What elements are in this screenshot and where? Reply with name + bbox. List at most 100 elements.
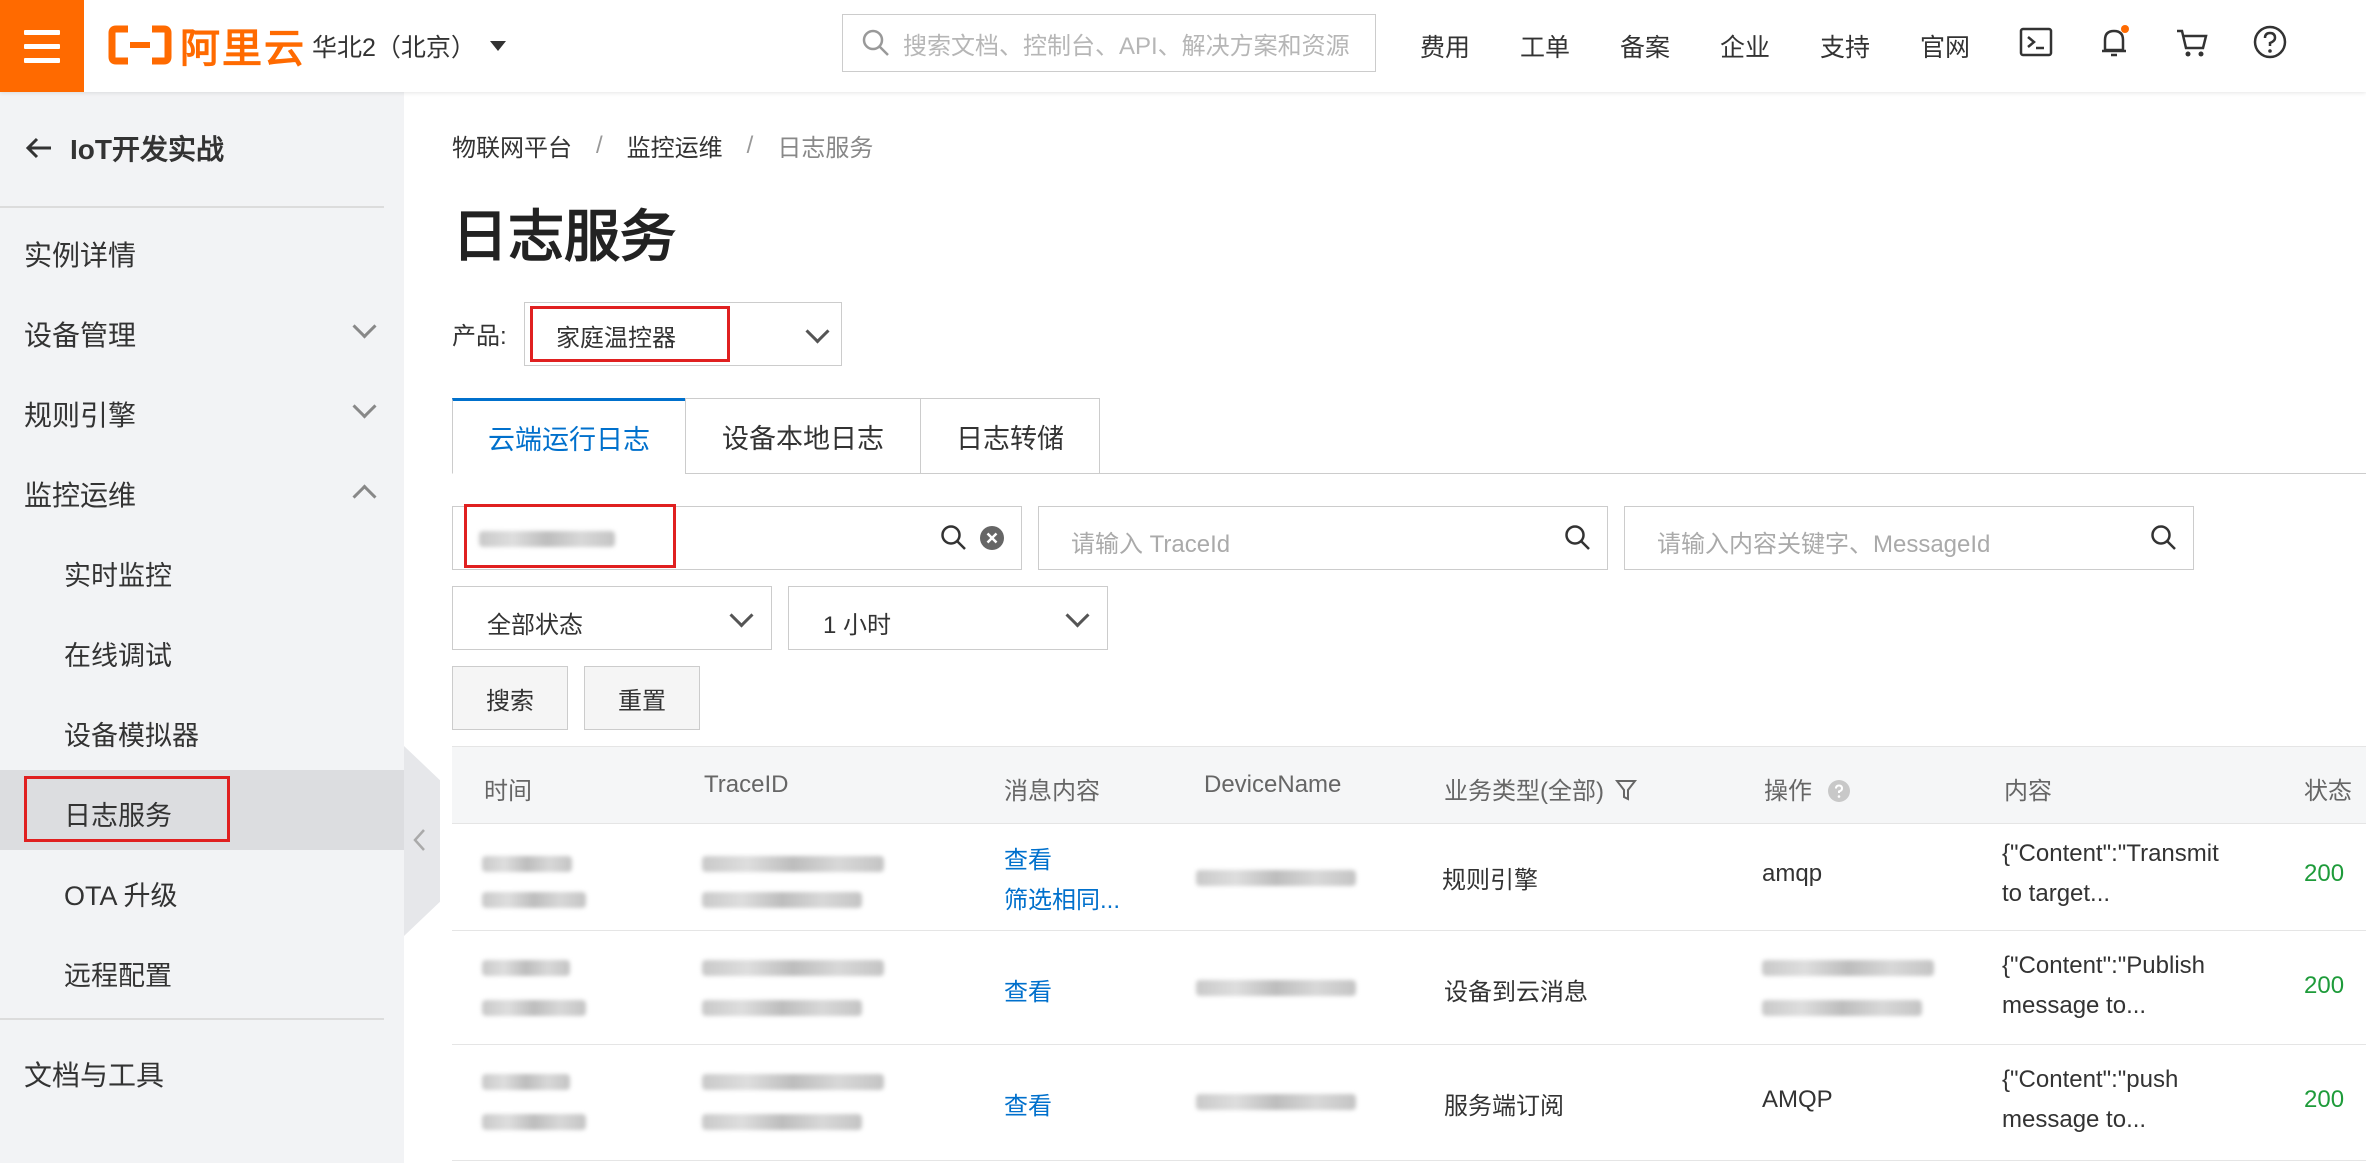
- status-select[interactable]: 全部状态: [452, 586, 772, 650]
- help-icon[interactable]: [2252, 24, 2288, 60]
- col-biz-type[interactable]: 业务类型(全部): [1444, 771, 1637, 806]
- sidebar-item-docs-tools[interactable]: 文档与工具: [24, 1054, 164, 1094]
- filter-same-link[interactable]: 筛选相同...: [1004, 880, 1120, 915]
- redacted-traceid: [702, 1074, 884, 1090]
- chevron-down-icon: [489, 41, 506, 51]
- chevron-down-icon: [352, 314, 377, 339]
- search-icon[interactable]: [939, 523, 969, 553]
- redacted-traceid: [702, 1000, 862, 1016]
- menu-button[interactable]: [0, 0, 84, 92]
- tab-log-dump[interactable]: 日志转储: [920, 398, 1100, 474]
- sidebar-item-online-debug[interactable]: 在线调试: [64, 634, 172, 673]
- help-icon[interactable]: [1827, 779, 1851, 803]
- region-label: 华北2（北京）: [312, 34, 476, 62]
- breadcrumb: 物联网平台 / 监控运维 / 日志服务: [452, 128, 873, 163]
- view-link[interactable]: 查看: [1004, 840, 1052, 875]
- sidebar-item-device-simulator[interactable]: 设备模拟器: [64, 714, 199, 753]
- status-select-value: 全部状态: [487, 612, 583, 639]
- chevron-down-icon: [1065, 603, 1090, 628]
- nav-link-tickets[interactable]: 工单: [1520, 28, 1620, 64]
- redacted-traceid: [702, 892, 862, 908]
- sidebar-divider: [0, 1018, 384, 1020]
- sidebar-divider: [0, 206, 384, 208]
- search-button[interactable]: 搜索: [452, 666, 568, 730]
- status-code: 200: [2304, 860, 2345, 887]
- view-link[interactable]: 查看: [1004, 972, 1052, 1007]
- highlight-box-device-input: [464, 504, 676, 568]
- status-code: 200: [2304, 1086, 2345, 1113]
- chevron-down-icon: [805, 319, 830, 344]
- sidebar-item-remote-config[interactable]: 远程配置: [64, 954, 172, 993]
- view-link[interactable]: 查看: [1004, 1086, 1052, 1121]
- sidebar-item-ota-upgrade[interactable]: OTA 升级: [64, 874, 178, 913]
- col-biz-type-label: 业务类型(全部): [1444, 778, 1604, 805]
- redacted-time: [482, 892, 586, 908]
- biz-type: 服务端订阅: [1444, 1093, 1564, 1120]
- logo-mark-icon: [108, 25, 172, 65]
- col-message: 消息内容: [1004, 778, 1100, 805]
- chevron-down-icon: [352, 394, 377, 419]
- sidebar-item-label: 规则引擎: [24, 400, 137, 431]
- search-icon: [862, 29, 889, 56]
- col-operation: 操作: [1764, 771, 1851, 806]
- time-range-select[interactable]: 1 小时: [788, 586, 1108, 650]
- aliyun-logo[interactable]: 阿里云: [108, 20, 306, 72]
- content: {"Content":"Publish message to...: [2002, 952, 2206, 1019]
- col-content: 内容: [2004, 778, 2052, 805]
- sidebar-item-instance-details[interactable]: 实例详情: [24, 234, 136, 274]
- tab-device-local-logs[interactable]: 设备本地日志: [685, 398, 921, 474]
- operation: amqp: [1762, 860, 1823, 887]
- sidebar-item-label: 监控运维: [24, 480, 137, 511]
- reset-button[interactable]: 重置: [584, 666, 700, 730]
- logo-text: 阿里云: [180, 26, 306, 72]
- col-device-name: DeviceName: [1204, 771, 1342, 798]
- search-icon[interactable]: [2149, 523, 2179, 553]
- nav-link-support[interactable]: 支持: [1820, 28, 1920, 64]
- keyword-placeholder: 请输入内容关键字、MessageId: [1657, 531, 1991, 558]
- bell-icon[interactable]: [2096, 24, 2132, 60]
- page-title: 日志服务: [452, 205, 676, 270]
- product-select-value: 家庭温控器: [556, 325, 676, 352]
- chevron-down-icon: [729, 603, 754, 628]
- tab-cloud-logs[interactable]: 云端运行日志: [452, 398, 686, 474]
- sidebar-item-log-service[interactable]: 日志服务: [64, 794, 172, 833]
- redacted-traceid: [702, 856, 884, 872]
- biz-type: 规则引擎: [1442, 867, 1538, 894]
- redacted-time: [482, 1000, 586, 1016]
- sidebar-item-rules-engine[interactable]: 规则引擎: [24, 394, 404, 434]
- sidebar-item-realtime-monitor[interactable]: 实时监控: [64, 554, 172, 593]
- global-search[interactable]: 搜索文档、控制台、API、解决方案和资源: [842, 14, 1376, 72]
- col-operation-label: 操作: [1764, 778, 1812, 805]
- nav-link-fees[interactable]: 费用: [1420, 28, 1520, 64]
- redacted-device-name: [1196, 870, 1356, 886]
- chevron-up-icon: [352, 484, 377, 509]
- nav-link-enterprise[interactable]: 企业: [1720, 28, 1820, 64]
- back-to-instance[interactable]: IoT开发实战: [24, 128, 224, 168]
- redacted-operation: [1762, 960, 1934, 976]
- breadcrumb-current: 日志服务: [777, 135, 874, 162]
- table-row: 查看 筛选相同... 规则引擎 amqp {"Content":"Transmi…: [452, 822, 2366, 931]
- table-row: 查看 设备到云消息 {"Content":"Publish message to…: [452, 930, 2366, 1045]
- traceid-input[interactable]: 请输入 TraceId: [1038, 506, 1608, 570]
- sidebar-item-monitoring-ops[interactable]: 监控运维: [24, 474, 404, 514]
- breadcrumb-iot-platform[interactable]: 物联网平台: [452, 128, 572, 163]
- cart-icon[interactable]: [2174, 24, 2210, 60]
- status-code: 200: [2304, 972, 2345, 999]
- redacted-time: [482, 1114, 586, 1130]
- nav-link-official[interactable]: 官网: [1920, 28, 2020, 64]
- breadcrumb-monitoring[interactable]: 监控运维: [627, 128, 723, 163]
- terminal-icon[interactable]: [2018, 24, 2054, 60]
- redacted-device-name: [1196, 1094, 1356, 1110]
- operation: AMQP: [1762, 1086, 1833, 1113]
- search-icon[interactable]: [1563, 523, 1593, 553]
- sidebar-item-device-management[interactable]: 设备管理: [24, 314, 404, 354]
- redacted-time: [482, 960, 570, 976]
- table-row: 查看 服务端订阅 AMQP {"Content":"push message t…: [452, 1044, 2366, 1161]
- col-time: 时间: [484, 778, 532, 805]
- filter-icon[interactable]: [1614, 778, 1637, 802]
- clear-icon[interactable]: [979, 525, 1005, 551]
- search-placeholder: 搜索文档、控制台、API、解决方案和资源: [903, 32, 1350, 60]
- region-selector[interactable]: 华北2（北京）: [312, 26, 506, 66]
- nav-link-icp[interactable]: 备案: [1620, 28, 1720, 64]
- keyword-input[interactable]: 请输入内容关键字、MessageId: [1624, 506, 2194, 570]
